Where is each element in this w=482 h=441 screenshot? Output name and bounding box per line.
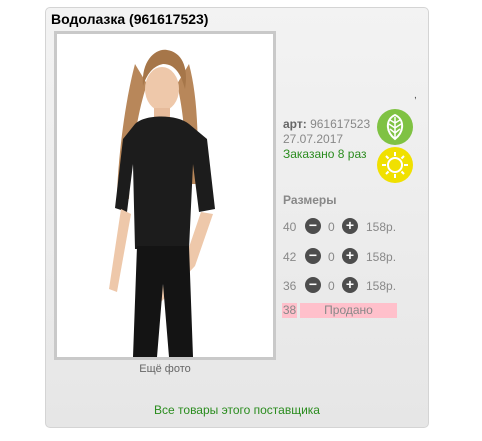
article-label: арт: [283,117,307,131]
size-value: 40 [283,220,297,234]
decrease-button[interactable]: − [305,248,321,264]
stray-mark: , [414,90,417,101]
decrease-button[interactable]: − [305,277,321,293]
product-title: Водолазка (961617523) [51,11,209,27]
size-price: 158р. [366,279,397,293]
model-photo-image [57,34,273,357]
size-value: 42 [283,250,297,264]
sun-icon [377,147,413,183]
size-value: 36 [283,279,297,293]
article-line: арт: 961617523 [283,117,370,131]
size-price: 158р. [366,220,397,234]
leaf-icon [377,109,413,145]
sold-out-badge: Продано [300,303,397,318]
quantity-value: 0 [328,220,335,234]
ordered-count: Заказано 8 раз [283,147,367,161]
increase-button[interactable]: + [342,277,358,293]
product-date: 27.07.2017 [283,132,344,146]
increase-button[interactable]: + [342,248,358,264]
increase-button[interactable]: + [342,218,358,234]
quantity-value: 0 [328,250,335,264]
sold-size-value: 38 [282,303,297,318]
decrease-button[interactable]: − [305,218,321,234]
supplier-products-link[interactable]: Все товары этого поставщика [45,403,429,417]
more-photos-link[interactable]: Ещё фото [54,363,276,375]
product-photo[interactable] [54,31,276,360]
quantity-value: 0 [328,279,335,293]
article-number: 961617523 [310,117,371,131]
sizes-heading: Размеры [283,193,337,207]
size-price: 158р. [366,250,397,264]
